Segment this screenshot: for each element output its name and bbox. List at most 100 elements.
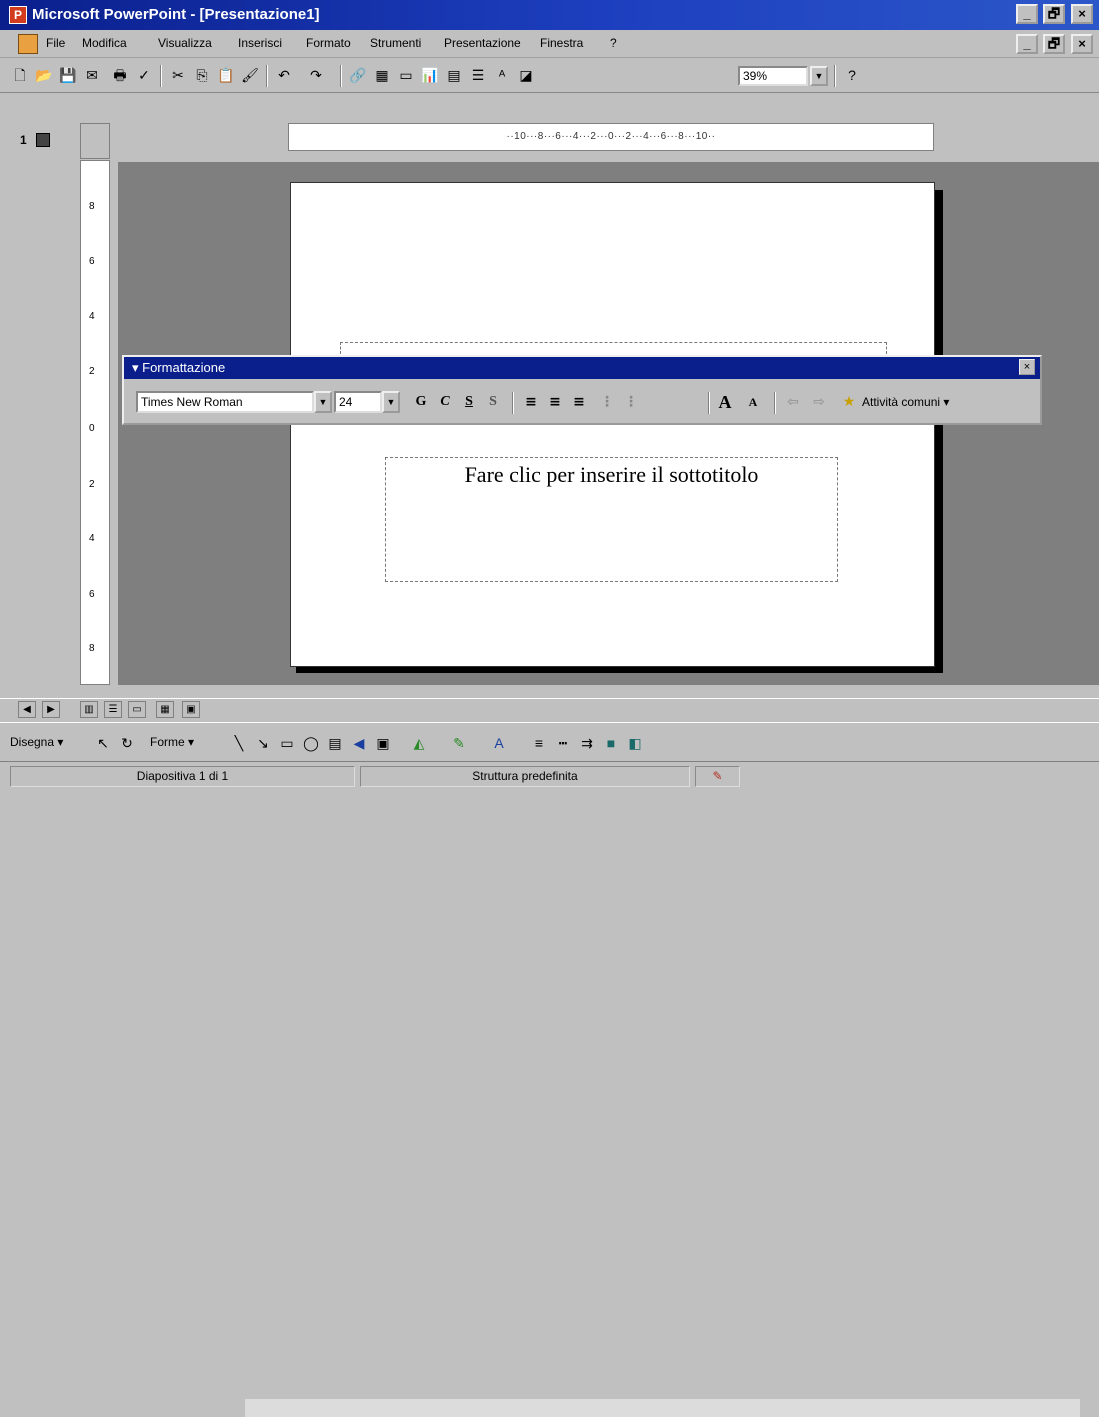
tables-borders-icon[interactable]: ▦ [372, 65, 392, 85]
bold-button[interactable]: G [412, 392, 430, 412]
fill-color-icon[interactable]: ◭ [410, 733, 428, 753]
outline-view-icon[interactable]: ☰ [104, 701, 122, 718]
new-slide-icon[interactable]: ▤ [444, 65, 464, 85]
oval-icon[interactable]: ◯ [302, 733, 320, 753]
paste-icon[interactable]: 📋 [216, 65, 236, 85]
slide-count-status: Diapositiva 1 di 1 [10, 766, 355, 787]
spelling-status-icon[interactable]: ✎ [695, 766, 740, 787]
doc-close-button[interactable]: × [1071, 34, 1093, 54]
arrow-style-icon[interactable]: ⇉ [578, 733, 596, 753]
draw-menu-button[interactable]: Disegna ▾ [10, 735, 63, 749]
font-dropdown-icon[interactable]: ▼ [314, 391, 332, 413]
doc-minimize-button[interactable]: _ [1016, 34, 1038, 54]
clipart-icon[interactable]: ▣ [374, 733, 392, 753]
size-dropdown-icon[interactable]: ▼ [382, 391, 400, 413]
subtitle-placeholder-text[interactable]: Fare clic per inserire il sottotitolo [385, 462, 838, 488]
formatting-toolbar-titlebar[interactable]: ▾ Formattazione × [124, 357, 1040, 379]
close-button[interactable]: × [1071, 4, 1093, 24]
select-pointer-icon[interactable]: ↖ [94, 733, 112, 753]
line-icon[interactable]: ╲ [230, 733, 248, 753]
slide-sorter-view-icon[interactable]: ▦ [156, 701, 174, 718]
menu-file[interactable]: File [46, 36, 65, 50]
text-box-icon[interactable]: ▤ [326, 733, 344, 753]
dash-style-icon[interactable]: ┅ [554, 733, 572, 753]
restore-button[interactable]: 🗗 [1043, 4, 1065, 24]
numbering-icon[interactable]: ⋮ [598, 392, 616, 412]
format-painter-icon[interactable]: 🖌 [240, 65, 260, 85]
promote-icon[interactable]: ⇦ [784, 392, 802, 412]
scroll-right-icon[interactable]: ▶ [42, 701, 60, 718]
3d-icon[interactable]: ◧ [626, 733, 644, 753]
menu-modifica[interactable]: Modifica [82, 36, 127, 50]
zoom-dropdown-icon[interactable]: ▼ [810, 66, 828, 86]
close-icon[interactable]: × [1019, 359, 1035, 375]
demote-icon[interactable]: ⇨ [810, 392, 828, 412]
underline-button[interactable]: S [460, 392, 478, 412]
doc-restore-button[interactable]: 🗗 [1043, 34, 1065, 54]
undo-icon[interactable]: ↶ [274, 65, 294, 85]
font-name-field[interactable]: Times New Roman [136, 391, 314, 413]
print-icon[interactable]: 🖶 [110, 65, 130, 85]
minimize-button[interactable]: _ [1016, 4, 1038, 24]
vertical-ruler-tick: 0 [89, 423, 95, 434]
standard-toolbar: 🗋 📂 💾 ✉ 🖶 ✓ ✂ ⎘ 📋 🖌 ↶ ↷ 🔗 ▦ ▭ 📊 ▤ ☰ ᴬ ◪ … [0, 59, 1099, 93]
vertical-ruler: 8 6 4 2 0 2 4 6 8 [80, 160, 110, 685]
align-right-icon[interactable]: ≡ [570, 392, 588, 412]
powerpoint-app-icon[interactable]: P [9, 6, 27, 24]
save-icon[interactable]: 💾 [58, 65, 78, 85]
open-folder-icon[interactable]: 📂 [34, 65, 54, 85]
wordart-icon[interactable]: ◀ [350, 733, 368, 753]
menu-visualizza[interactable]: Visualizza [158, 36, 212, 50]
formatting-toolbar: ▾ Formattazione × Times New Roman ▼ 24 ▼… [122, 355, 1042, 425]
redo-icon[interactable]: ↷ [306, 65, 326, 85]
expand-all-icon[interactable]: ☰ [468, 65, 488, 85]
line-style-icon[interactable]: ≡ [530, 733, 548, 753]
slide-view-icon[interactable]: ▭ [128, 701, 146, 718]
horizontal-scrollbar[interactable] [245, 1399, 1080, 1417]
vertical-ruler-tick: 2 [89, 366, 95, 377]
menu-bar: File Modifica Visualizza Inserisci Forma… [0, 30, 1099, 58]
common-tasks-button[interactable]: Attività comuni ▾ [862, 395, 949, 409]
free-rotate-icon[interactable]: ↻ [118, 733, 136, 753]
common-tasks-icon[interactable]: ★ [840, 392, 858, 412]
menu-formato[interactable]: Formato [306, 36, 351, 50]
email-icon[interactable]: ✉ [82, 65, 102, 85]
normal-view-icon[interactable]: ▥ [80, 701, 98, 718]
show-formatting-icon[interactable]: ᴬ [492, 65, 512, 85]
bullets-icon[interactable]: ⋮ [622, 392, 640, 412]
title-placeholder[interactable] [340, 342, 887, 354]
slide-show-icon[interactable]: ▣ [182, 701, 200, 718]
document-icon[interactable] [18, 34, 38, 54]
menu-inserisci[interactable]: Inserisci [238, 36, 282, 50]
menu-finestra[interactable]: Finestra [540, 36, 583, 50]
scroll-left-icon[interactable]: ◀ [18, 701, 36, 718]
shadow-icon[interactable]: ■ [602, 733, 620, 753]
menu-presentazione[interactable]: Presentazione [444, 36, 521, 50]
grayscale-icon[interactable]: ◪ [516, 65, 536, 85]
spelling-icon[interactable]: ✓ [134, 65, 154, 85]
align-center-icon[interactable]: ≡ [546, 392, 564, 412]
cut-icon[interactable]: ✂ [168, 65, 188, 85]
vertical-ruler-tick: 4 [89, 533, 95, 544]
align-left-icon[interactable]: ≡ [522, 392, 540, 412]
line-color-icon[interactable]: ✎ [450, 733, 468, 753]
decrease-font-icon[interactable]: A [744, 392, 762, 412]
insert-table-icon[interactable]: ▭ [396, 65, 416, 85]
arrow-icon[interactable]: ↘ [254, 733, 272, 753]
zoom-field[interactable]: 39% [738, 66, 808, 86]
rectangle-icon[interactable]: ▭ [278, 733, 296, 753]
autoshapes-button[interactable]: Forme ▾ [150, 735, 194, 749]
insert-chart-icon[interactable]: 📊 [420, 65, 440, 85]
menu-help[interactable]: ? [610, 36, 617, 50]
shadow-button[interactable]: S [484, 392, 502, 412]
help-icon[interactable]: ? [842, 65, 862, 85]
font-color-icon[interactable]: A [490, 733, 508, 753]
menu-strumenti[interactable]: Strumenti [370, 36, 421, 50]
hyperlink-icon[interactable]: 🔗 [348, 65, 368, 85]
font-size-field[interactable]: 24 [334, 391, 382, 413]
copy-icon[interactable]: ⎘ [192, 65, 212, 85]
italic-button[interactable]: C [436, 392, 454, 412]
slide-thumbnail-icon[interactable] [36, 133, 50, 147]
new-document-icon[interactable]: 🗋 [10, 65, 30, 85]
increase-font-icon[interactable]: A [716, 392, 734, 412]
